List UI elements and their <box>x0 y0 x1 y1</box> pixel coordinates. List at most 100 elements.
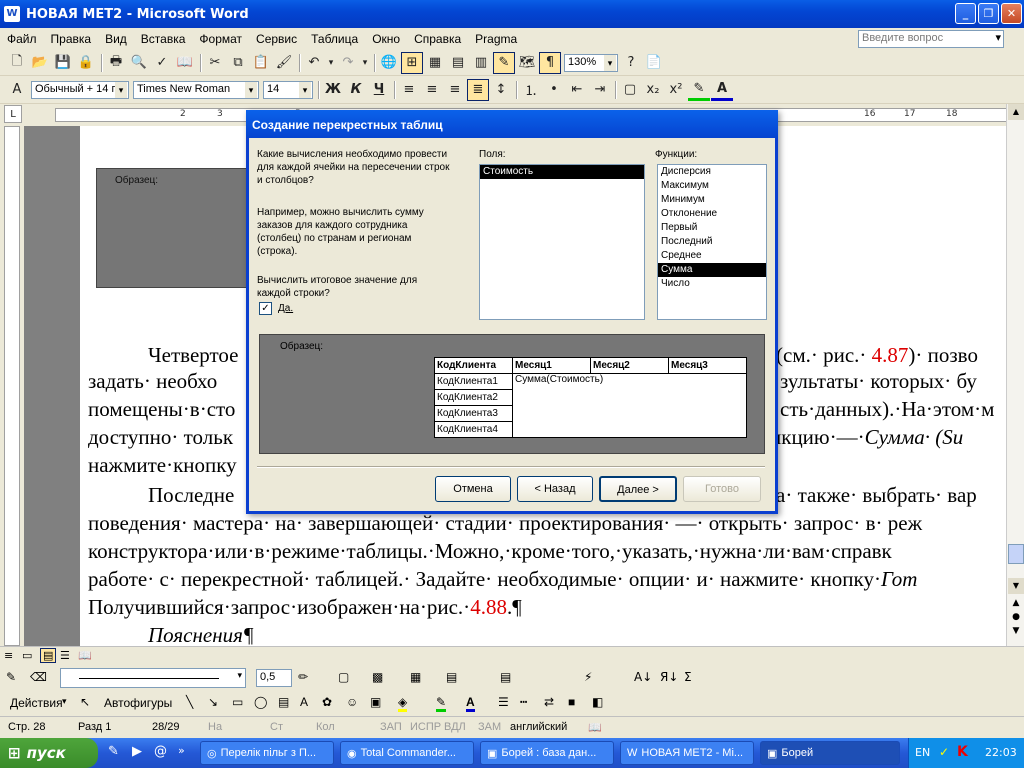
drawing-icon[interactable]: ✎ <box>493 51 515 74</box>
total-checkbox-label[interactable]: Да. <box>278 303 293 314</box>
arrow-style-icon[interactable]: ⇄ <box>544 695 554 709</box>
scroll-up-icon[interactable]: ▲ <box>1008 104 1024 120</box>
textbox-icon[interactable]: ▤ <box>278 695 289 709</box>
align-cell-icon[interactable]: ▤ <box>500 670 511 684</box>
bullets-icon[interactable]: • <box>543 79 565 101</box>
function-item[interactable]: Число <box>658 277 766 291</box>
menu-insert[interactable]: Вставка <box>134 32 193 46</box>
redo-dropdown-icon[interactable]: ▾ <box>360 52 370 74</box>
function-item[interactable]: Последний <box>658 235 766 249</box>
format-painter-icon[interactable]: 🖌 <box>273 52 295 74</box>
superscript-icon[interactable]: x² <box>665 79 687 101</box>
pencil-icon[interactable]: ✎ <box>6 670 16 684</box>
help-icon[interactable]: ? <box>620 52 642 74</box>
picture-icon[interactable]: ▣ <box>370 695 381 709</box>
line-style-icon[interactable]: ☰ <box>498 695 509 709</box>
actions-dropdown-icon[interactable]: ▾ <box>62 696 67 707</box>
normal-view-icon[interactable]: ≡ <box>4 649 13 662</box>
menu-view[interactable]: Вид <box>98 32 134 46</box>
highlight-icon[interactable]: ✎ <box>688 79 710 101</box>
subscript-icon[interactable]: x₂ <box>642 79 664 101</box>
taskbar-task-5[interactable]: ▣ Борей <box>760 741 900 765</box>
outside-border-icon[interactable]: ▢ <box>338 670 349 684</box>
merge-cells-icon[interactable]: ▤ <box>446 670 457 684</box>
reading-view-icon[interactable]: 📖 <box>78 649 92 662</box>
wordart-icon[interactable]: A <box>300 695 308 709</box>
line-style-dropdown-icon[interactable]: ▾ <box>237 671 242 681</box>
line-color-icon[interactable]: ✎ <box>436 695 447 712</box>
insert-excel-icon[interactable]: ▤ <box>447 52 469 74</box>
autoformat-icon[interactable]: ⚡ <box>584 670 592 684</box>
print-icon[interactable]: 🖶 <box>105 52 127 74</box>
oval-icon[interactable]: ◯ <box>254 695 267 709</box>
columns-icon[interactable]: ▥ <box>470 52 492 74</box>
tray-alert-icon[interactable]: ✓ <box>939 745 949 759</box>
sort-desc-icon[interactable]: Я↓ <box>660 670 678 684</box>
copy-icon[interactable]: ⧉ <box>227 52 249 74</box>
tab-selector-icon[interactable]: L <box>4 105 22 123</box>
undo-icon[interactable]: ↶ <box>303 52 325 74</box>
font-size-select[interactable]: 14 ▾ <box>263 80 313 99</box>
quicklaunch-mail-icon[interactable]: @ <box>154 744 167 759</box>
tables-borders-icon[interactable]: ⊞ <box>401 51 423 74</box>
scroll-down-icon[interactable]: ▼ <box>1008 578 1024 594</box>
undo-dropdown-icon[interactable]: ▾ <box>326 52 336 74</box>
style-select[interactable]: Обычный + 14 г ▾ <box>31 80 129 99</box>
function-item[interactable]: Минимум <box>658 193 766 207</box>
bold-icon[interactable]: Ж <box>322 79 344 101</box>
function-item[interactable]: Дисперсия <box>658 165 766 179</box>
menu-tools[interactable]: Сервис <box>249 32 304 46</box>
taskbar-task-4[interactable]: W НОВАЯ МЕТ2 - Mi... <box>620 741 754 765</box>
font-color-icon[interactable]: A <box>711 79 733 101</box>
word-app-icon[interactable]: W <box>4 6 20 22</box>
autosum-icon[interactable]: Σ <box>684 670 692 684</box>
style-dropdown-icon[interactable]: ▾ <box>115 81 127 98</box>
cancel-button[interactable]: Отмена <box>435 476 511 502</box>
save-icon[interactable]: 💾 <box>52 52 74 74</box>
function-item-selected[interactable]: Сумма <box>658 263 766 277</box>
close-button[interactable]: ✕ <box>1001 3 1022 24</box>
research-icon[interactable]: 📖 <box>174 52 196 74</box>
borders-icon[interactable]: ▢ <box>619 79 641 101</box>
back-button[interactable]: < Назад <box>517 476 593 502</box>
status-record[interactable]: ЗАП <box>380 721 402 733</box>
permission-icon[interactable]: 🔒 <box>75 52 97 74</box>
redo-icon[interactable]: ↷ <box>337 52 359 74</box>
language-indicator[interactable]: EN <box>915 746 930 759</box>
font-select[interactable]: Times New Roman ▾ <box>133 80 259 99</box>
function-item[interactable]: Первый <box>658 221 766 235</box>
spelling-icon[interactable]: ✓ <box>151 52 173 74</box>
menu-help[interactable]: Справка <box>407 32 468 46</box>
line-weight-select[interactable]: 0,5 <box>256 669 292 687</box>
prev-page-icon[interactable]: ▲ <box>1008 598 1024 612</box>
line-icon[interactable]: ╲ <box>186 695 193 709</box>
total-checkbox-row[interactable]: ✓ Да. <box>259 302 293 315</box>
align-right-icon[interactable]: ≡ <box>444 79 466 101</box>
dialog-title-bar[interactable]: Создание перекрестных таблиц <box>246 110 778 138</box>
status-track[interactable]: ИСПР <box>410 721 441 733</box>
status-overtype[interactable]: ЗАМ <box>478 721 501 733</box>
field-item[interactable]: Стоимость <box>480 165 644 179</box>
web-view-icon[interactable]: ▭ <box>22 649 32 662</box>
font-size-dropdown-icon[interactable]: ▾ <box>299 81 311 98</box>
draw-font-color-icon[interactable]: A <box>466 695 475 712</box>
vertical-scrollbar[interactable]: ▲ ▼ ▲ ● ▼ <box>1006 104 1024 646</box>
minimize-button[interactable]: _ <box>955 3 976 24</box>
hyperlink-icon[interactable]: 🌐 <box>378 52 400 74</box>
line-spacing-icon[interactable]: ↕ <box>490 79 512 101</box>
border-color-icon[interactable]: ✏ <box>298 670 308 684</box>
fields-listbox[interactable]: Стоимость <box>479 164 645 320</box>
paste-icon[interactable]: 📋 <box>250 52 272 74</box>
quicklaunch-notepad-icon[interactable]: ✎ <box>108 744 119 759</box>
total-checkbox[interactable]: ✓ <box>259 302 272 315</box>
window-title-bar[interactable]: W НОВАЯ МЕТ2 - Microsoft Word _ ❐ ✕ <box>0 0 1024 28</box>
new-icon[interactable]: 🗋 <box>6 52 28 74</box>
next-page-icon[interactable]: ▼ <box>1008 626 1024 640</box>
start-button[interactable]: ⊞ пуск <box>0 738 98 768</box>
justify-icon[interactable]: ≣ <box>467 78 489 101</box>
increase-indent-icon[interactable]: ⇥ <box>589 79 611 101</box>
finish-button[interactable]: Готово <box>683 476 761 502</box>
insert-table-icon[interactable]: ▦ <box>424 52 446 74</box>
align-left-icon[interactable]: ≡ <box>398 79 420 101</box>
select-objects-icon[interactable]: ↖ <box>80 695 90 709</box>
